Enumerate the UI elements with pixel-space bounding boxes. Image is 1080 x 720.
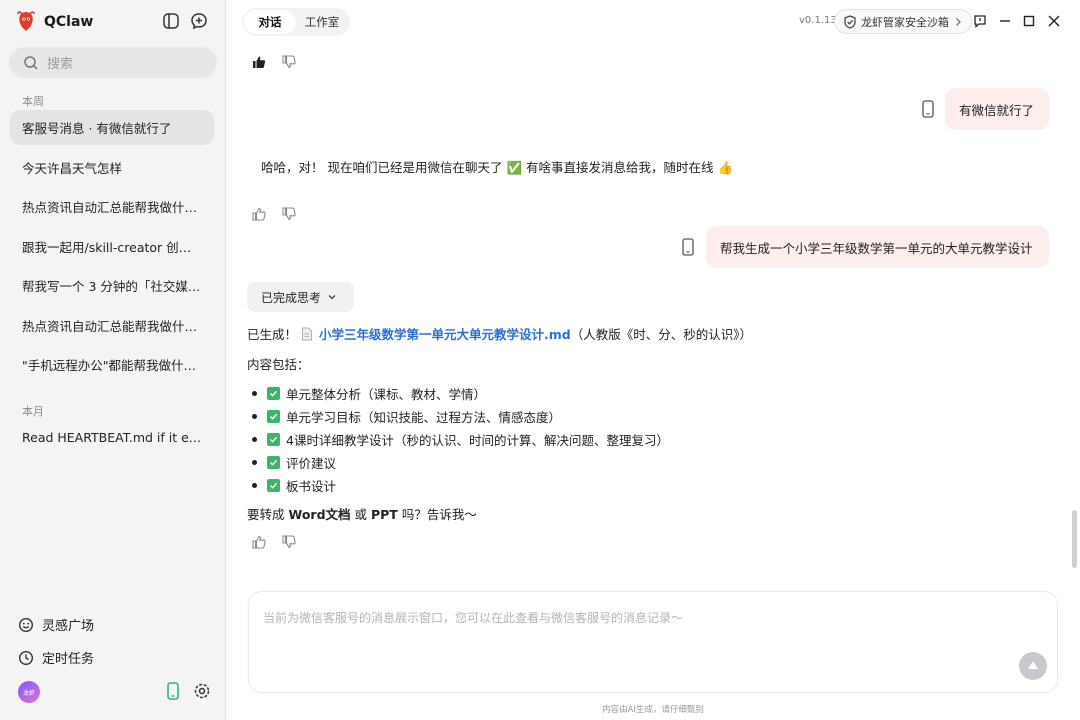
mobile-device-icon [682, 238, 694, 256]
check-icon [267, 479, 280, 492]
file-link[interactable]: 小学三年级数学第一单元大单元教学设计.md [319, 324, 571, 343]
thinking-label: 已完成思考 [261, 290, 322, 305]
conversation-item[interactable]: 热点资讯自动汇总能帮我做什么？ [10, 308, 214, 343]
search-placeholder: 搜索 [47, 57, 74, 72]
bullet [252, 460, 257, 465]
thumbs-up-icon[interactable] [252, 535, 266, 549]
thumbs-up-filled-icon[interactable] [252, 55, 266, 69]
chevron-down-icon [328, 295, 336, 300]
conversation-item[interactable]: 客服号消息 · 有微信就行了 [10, 110, 214, 145]
mobile-device-icon [922, 100, 934, 118]
thumbs-down-icon[interactable] [282, 55, 296, 69]
search-box[interactable]: 搜索 [9, 47, 217, 78]
lobster-logo-icon [17, 11, 35, 31]
app-name: QClaw [44, 14, 94, 30]
contents-label: 内容包括： [247, 357, 310, 372]
mode-tabs: 对话 工作室 [242, 8, 350, 36]
tab-studio[interactable]: 工作室 [296, 10, 348, 34]
generated-line: 已生成！ 小学三年级数学第一单元大单元教学设计.md （人教版《时、分、秒的认识… [247, 324, 752, 343]
nav-scheduled-tasks[interactable]: 定时任务 [18, 648, 94, 667]
contents-list: 单元整体分析（课标、教材、学情） 单元学习目标（知识技能、过程方法、情感态度） … [252, 382, 669, 497]
conversation-item[interactable]: 热点资讯自动汇总能帮我做什么？ [10, 189, 214, 224]
thinking-toggle[interactable]: 已完成思考 [247, 282, 354, 312]
list-item: 4课时详细教学设计（秒的认识、时间的计算、解决问题、整理复习） [252, 428, 669, 451]
send-button[interactable] [1019, 652, 1047, 680]
thumbs-down-icon[interactable] [282, 207, 296, 221]
list-item: 板书设计 [252, 474, 669, 497]
minimize-icon[interactable] [998, 14, 1012, 28]
smile-icon [18, 617, 34, 632]
check-icon [267, 387, 280, 400]
list-item: 单元学习目标（知识技能、过程方法、情感态度） [252, 405, 669, 428]
search-icon [24, 55, 38, 70]
sandbox-button[interactable]: 龙虾管家安全沙箱 [834, 9, 972, 34]
section-label-week: 本周 [22, 95, 44, 108]
brand: QClaw [16, 10, 93, 34]
scrollbar[interactable] [1072, 510, 1077, 568]
ai-disclaimer: 内容由AI生成，请仔细甄别 [602, 705, 704, 715]
file-icon [302, 327, 313, 340]
nav-inspiration-label: 灵感广场 [42, 619, 95, 634]
feedback-icon[interactable] [973, 14, 987, 28]
check-icon [267, 456, 280, 469]
arrow-up-icon [1028, 661, 1038, 669]
phone-icon[interactable] [166, 682, 180, 700]
user-message: 有微信就行了 [945, 88, 1049, 130]
check-icon [267, 410, 280, 423]
section-label-month: 本月 [22, 405, 44, 418]
close-icon[interactable] [1047, 14, 1061, 28]
list-item: 评价建议 [252, 451, 669, 474]
conversation-item[interactable]: Read HEARTBEAT.md if it exists... [10, 420, 214, 455]
version-label: v0.1.13 [799, 15, 837, 26]
bullet [252, 483, 257, 488]
conversation-item[interactable]: "手机远程办公"都能帮我做什么？ [10, 347, 214, 382]
assistant-message: 哈哈，对！ 现在咱们已经是用微信在聊天了 ✅ 有啥事直接发消息给我，随时在线 👍 [261, 160, 734, 175]
clock-icon [18, 650, 34, 665]
message-input[interactable]: 当前为微信客服号的消息展示窗口，您可以在此查看与微信客服号的消息记录〜 [248, 591, 1058, 693]
thumbs-up-icon[interactable] [252, 207, 266, 221]
avatar[interactable]: 龙虾 [18, 681, 40, 703]
bullet [252, 437, 257, 442]
conversation-item[interactable]: 跟我一起用/skill-creator 创建技能 [10, 229, 214, 264]
gear-icon[interactable] [193, 682, 211, 700]
nav-inspiration[interactable]: 灵感广场 [18, 615, 94, 634]
new-chat-icon[interactable] [190, 12, 208, 30]
tab-chat[interactable]: 对话 [244, 10, 296, 34]
feedback-row [252, 55, 296, 69]
sidebar: QClaw 搜索 本周 客服号消息 · 有微信就行了 今天许昌天气怎样 热点资讯… [0, 0, 226, 720]
user-message: 帮我生成一个小学三年级数学第一单元的大单元教学设计 [706, 226, 1049, 268]
list-item: 单元整体分析（课标、教材、学情） [252, 382, 669, 405]
conversation-item[interactable]: 帮我写一个 3 分钟的「社交媒体」 [10, 268, 214, 303]
bullet [252, 391, 257, 396]
sandbox-label: 龙虾管家安全沙箱 [861, 15, 949, 29]
chevron-right-icon [956, 17, 961, 26]
closing-line: 要转成 Word文档 或 PPT 吗？告诉我〜 [247, 507, 477, 522]
conversation-item[interactable]: 今天许昌天气怎样 [10, 150, 214, 185]
shield-check-icon [844, 14, 856, 29]
maximize-icon[interactable] [1022, 14, 1036, 28]
bullet [252, 414, 257, 419]
feedback-row [252, 535, 296, 549]
feedback-row [252, 207, 296, 221]
sidebar-toggle-icon[interactable] [162, 12, 180, 30]
nav-scheduled-label: 定时任务 [42, 652, 95, 667]
thumbs-down-icon[interactable] [282, 535, 296, 549]
check-icon [267, 433, 280, 446]
input-placeholder: 当前为微信客服号的消息展示窗口，您可以在此查看与微信客服号的消息记录〜 [263, 611, 684, 625]
